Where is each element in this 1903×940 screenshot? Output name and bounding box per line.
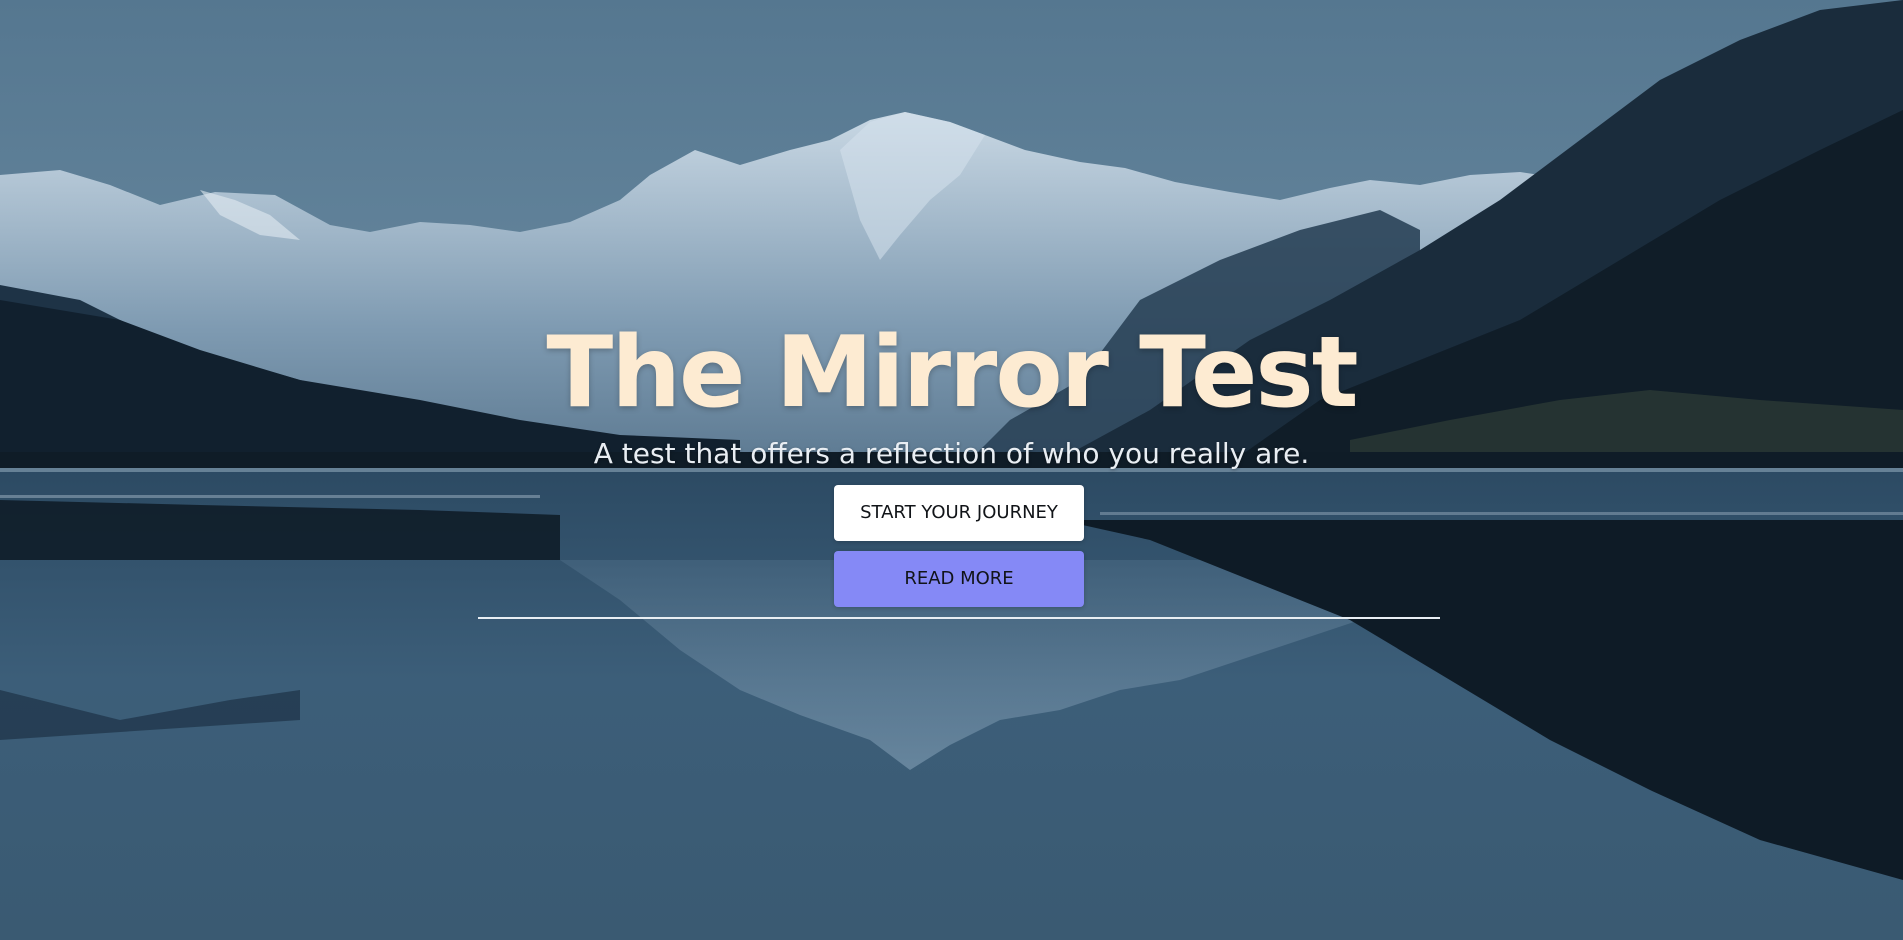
read-more-button[interactable]: READ MORE <box>834 551 1084 607</box>
hero-content: The Mirror Test A test that offers a ref… <box>0 0 1903 940</box>
hero-section: The Mirror Test A test that offers a ref… <box>0 0 1903 940</box>
page-title: The Mirror Test <box>546 316 1358 430</box>
start-journey-button[interactable]: START YOUR JOURNEY <box>834 485 1084 541</box>
divider-line <box>478 617 1440 619</box>
page-subtitle: A test that offers a reflection of who y… <box>593 437 1310 470</box>
